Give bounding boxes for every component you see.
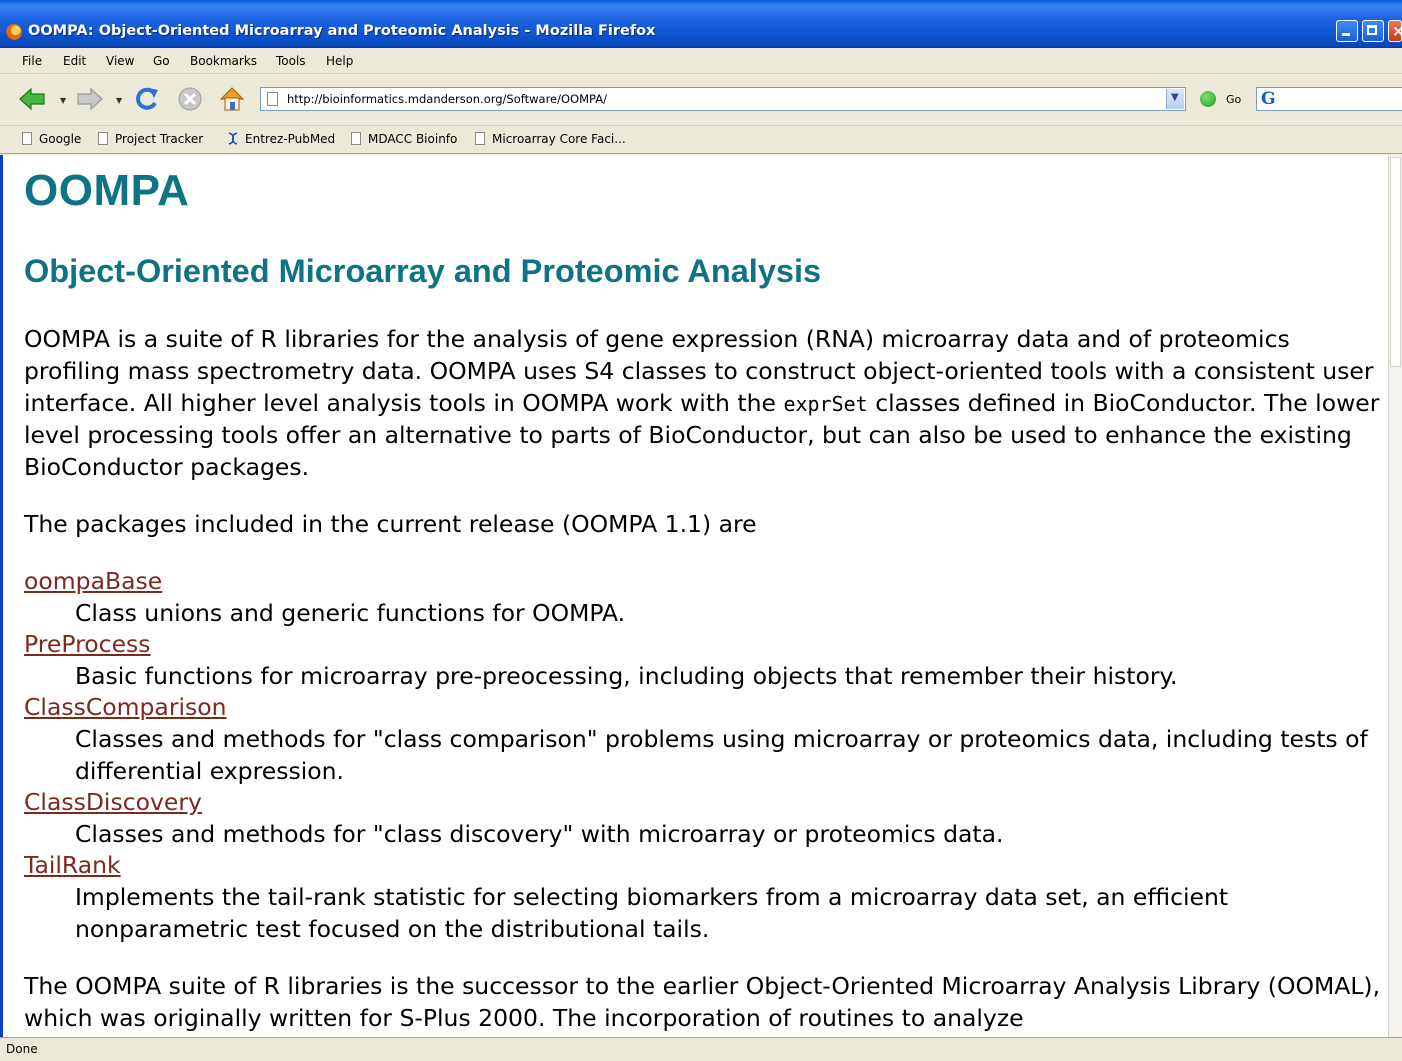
bookmark-google[interactable]: Google [22, 132, 81, 146]
forward-arrow-icon[interactable] [76, 85, 104, 113]
bookmark-mdacc-bioinfo[interactable]: MDACC Bioinfo [351, 132, 457, 146]
page-icon [22, 132, 32, 145]
status-bar: Done [0, 1037, 1402, 1061]
package-description: Classes and methods for "class compariso… [75, 725, 1368, 785]
window-title-bar[interactable]: OOMPA: Object-Oriented Microarray and Pr… [0, 0, 1402, 48]
close-button[interactable]: × [1388, 20, 1402, 42]
url-dropdown-button[interactable]: ▼ [1166, 89, 1184, 109]
stop-icon[interactable] [176, 85, 204, 113]
minimize-icon [1342, 33, 1350, 36]
menu-tools[interactable]: Tools [276, 54, 306, 68]
go-icon[interactable] [1200, 91, 1216, 107]
scrollbar-thumb[interactable] [1390, 157, 1401, 367]
maximize-button[interactable] [1362, 20, 1384, 42]
bookmark-project-tracker[interactable]: Project Tracker [98, 132, 203, 146]
chevron-down-icon: ▼ [1171, 92, 1179, 103]
packages-intro: The packages included in the current rel… [24, 510, 757, 538]
package-description: Implements the tail-rank statistic for s… [75, 883, 1229, 943]
page-content: OOMPA Object-Oriented Microarray and Pro… [0, 155, 1388, 1037]
address-bar[interactable]: ▼ [260, 87, 1186, 111]
maximize-icon [1367, 25, 1377, 35]
status-text: Done [6, 1042, 38, 1056]
bookmark-microarray-core[interactable]: Microarray Core Faci... [475, 132, 626, 146]
page-icon [267, 92, 278, 106]
menu-edit[interactable]: Edit [63, 54, 86, 68]
page-icon [98, 132, 108, 145]
navigation-toolbar: ▼ ▼ ▼ Go G [0, 74, 1402, 126]
package-description: Classes and methods for "class discovery… [75, 820, 1004, 848]
link-classdiscovery[interactable]: ClassDiscovery [24, 788, 202, 816]
intro-paragraph: OOMPA is a suite of R libraries for the … [24, 324, 1384, 484]
bookmark-label: Google [39, 132, 82, 146]
menu-file[interactable]: File [22, 54, 42, 68]
link-classcomparison[interactable]: ClassComparison [24, 693, 227, 721]
code-exprset: exprSet [783, 391, 868, 416]
window-title: OOMPA: Object-Oriented Microarray and Pr… [28, 23, 656, 39]
url-input[interactable] [287, 90, 1157, 108]
menu-bookmarks[interactable]: Bookmarks [190, 54, 257, 68]
page-icon [351, 132, 361, 145]
link-tailrank[interactable]: TailRank [24, 851, 121, 879]
page-title: OOMPA [24, 166, 190, 215]
forward-dropdown-icon[interactable]: ▼ [116, 96, 122, 105]
reload-icon[interactable] [132, 85, 160, 113]
page-subtitle: Object-Oriented Microarray and Proteomic… [24, 253, 822, 289]
menu-bar: File Edit View Go Bookmarks Tools Help [0, 48, 1402, 74]
dna-icon [228, 132, 238, 145]
firefox-icon [6, 24, 22, 40]
google-search-icon[interactable]: G [1261, 89, 1276, 109]
outro-paragraph: The OOMPA suite of R libraries is the su… [24, 972, 1381, 1032]
page-icon [475, 132, 485, 145]
package-description: Basic functions for microarray pre-preoc… [75, 662, 1178, 690]
link-preprocess[interactable]: PreProcess [24, 630, 151, 658]
vertical-scrollbar[interactable] [1388, 155, 1402, 1037]
bookmark-label: MDACC Bioinfo [368, 132, 458, 146]
link-oompabase[interactable]: oompaBase [24, 567, 162, 595]
bookmark-label: Entrez-PubMed [245, 132, 336, 146]
bookmark-label: Microarray Core Faci... [492, 132, 626, 146]
menu-help[interactable]: Help [326, 54, 353, 68]
back-dropdown-icon[interactable]: ▼ [60, 96, 66, 105]
bookmarks-toolbar: Google Project Tracker Entrez-PubMed MDA… [0, 126, 1402, 154]
bookmark-entrez-pubmed[interactable]: Entrez-PubMed [226, 132, 335, 146]
search-box[interactable]: G [1256, 87, 1402, 111]
menu-view[interactable]: View [106, 54, 134, 68]
menu-go[interactable]: Go [153, 54, 170, 68]
home-icon[interactable] [218, 85, 246, 113]
package-description: Class unions and generic functions for O… [75, 599, 626, 627]
back-arrow-icon[interactable] [18, 85, 46, 113]
go-button[interactable]: Go [1226, 93, 1241, 106]
close-icon: × [1392, 22, 1402, 40]
bookmark-label: Project Tracker [115, 132, 204, 146]
minimize-button[interactable] [1336, 20, 1358, 42]
